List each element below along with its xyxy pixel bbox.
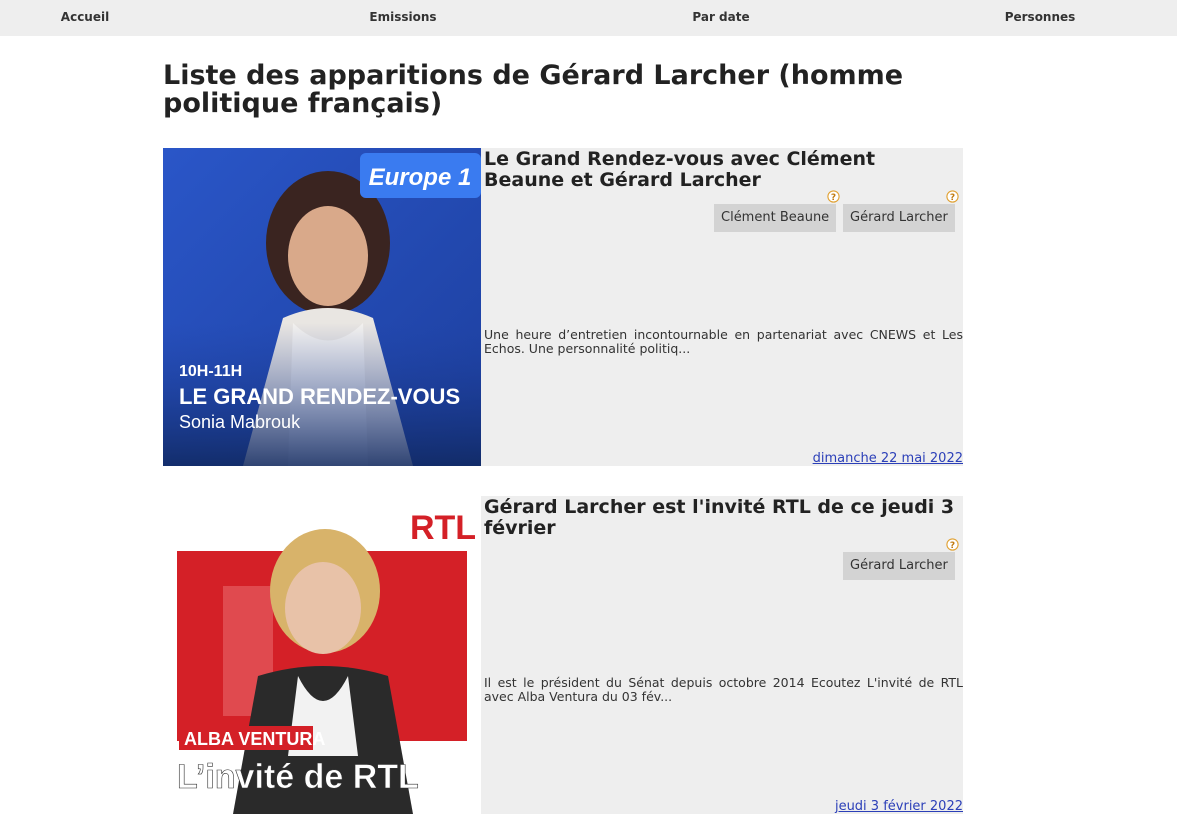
- rtl-logo-text: RTL: [410, 509, 476, 547]
- person-chip-label: Clément Beaune: [721, 210, 830, 225]
- europe1-show-artwork: Europe 1 10H-11H LE GRAND RENDEZ-VOUS So…: [163, 148, 481, 466]
- episode-date-link[interactable]: jeudi 3 février 2022: [835, 799, 963, 814]
- person-chip[interactable]: Clément Beaune ?: [714, 190, 840, 232]
- episode-thumbnail[interactable]: RTL ALBA VENTURA L’invité de RTL: [163, 496, 481, 814]
- europe1-logo-text: Europe 1: [369, 164, 472, 191]
- nav-shows-link[interactable]: Emissions: [369, 10, 436, 24]
- svg-text:?: ?: [831, 193, 836, 203]
- episode-title[interactable]: Le Grand Rendez-vous avec Clément Beaune…: [484, 149, 958, 191]
- person-chip[interactable]: Gérard Larcher ?: [843, 190, 959, 232]
- show-time-text: 10H-11H: [179, 363, 242, 380]
- top-nav: Accueil Emissions Par date Personnes: [0, 0, 1177, 36]
- episode-card: RTL ALBA VENTURA L’invité de RTL Gérard …: [163, 496, 963, 814]
- help-icon[interactable]: ?: [946, 538, 959, 551]
- help-icon[interactable]: ?: [827, 190, 840, 203]
- svg-text:?: ?: [950, 193, 955, 203]
- nav-by-date-link[interactable]: Par date: [692, 10, 749, 24]
- show-host-text: ALBA VENTURA: [184, 729, 325, 749]
- svg-text:?: ?: [950, 541, 955, 551]
- nav-people-link[interactable]: Personnes: [1005, 10, 1076, 24]
- episode-title[interactable]: Gérard Larcher est l'invité RTL de ce je…: [484, 497, 958, 539]
- episode-description: Il est le président du Sénat depuis octo…: [484, 675, 963, 704]
- person-chip-label: Gérard Larcher: [850, 558, 948, 573]
- episode-description: Une heure d’entretien incontournable en …: [484, 327, 963, 356]
- rtl-show-artwork: RTL ALBA VENTURA L’invité de RTL: [163, 496, 481, 814]
- person-chips: Gérard Larcher ?: [843, 538, 959, 580]
- person-chips: Clément Beaune ? Gérard Larcher ?: [714, 190, 959, 232]
- show-host-text: Sonia Mabrouk: [179, 412, 301, 432]
- nav-home-link[interactable]: Accueil: [61, 10, 109, 24]
- show-name-text: LE GRAND RENDEZ-VOUS: [179, 384, 460, 409]
- person-chip-label: Gérard Larcher: [850, 210, 948, 225]
- person-chip[interactable]: Gérard Larcher ?: [843, 538, 959, 580]
- show-name-text: L’invité de RTL: [177, 758, 419, 796]
- page-title: Liste des apparitions de Gérard Larcher …: [163, 60, 904, 119]
- help-icon[interactable]: ?: [946, 190, 959, 203]
- episode-date-link[interactable]: dimanche 22 mai 2022: [813, 451, 963, 466]
- episode-card: Europe 1 10H-11H LE GRAND RENDEZ-VOUS So…: [163, 148, 963, 466]
- episode-thumbnail[interactable]: Europe 1 10H-11H LE GRAND RENDEZ-VOUS So…: [163, 148, 481, 466]
